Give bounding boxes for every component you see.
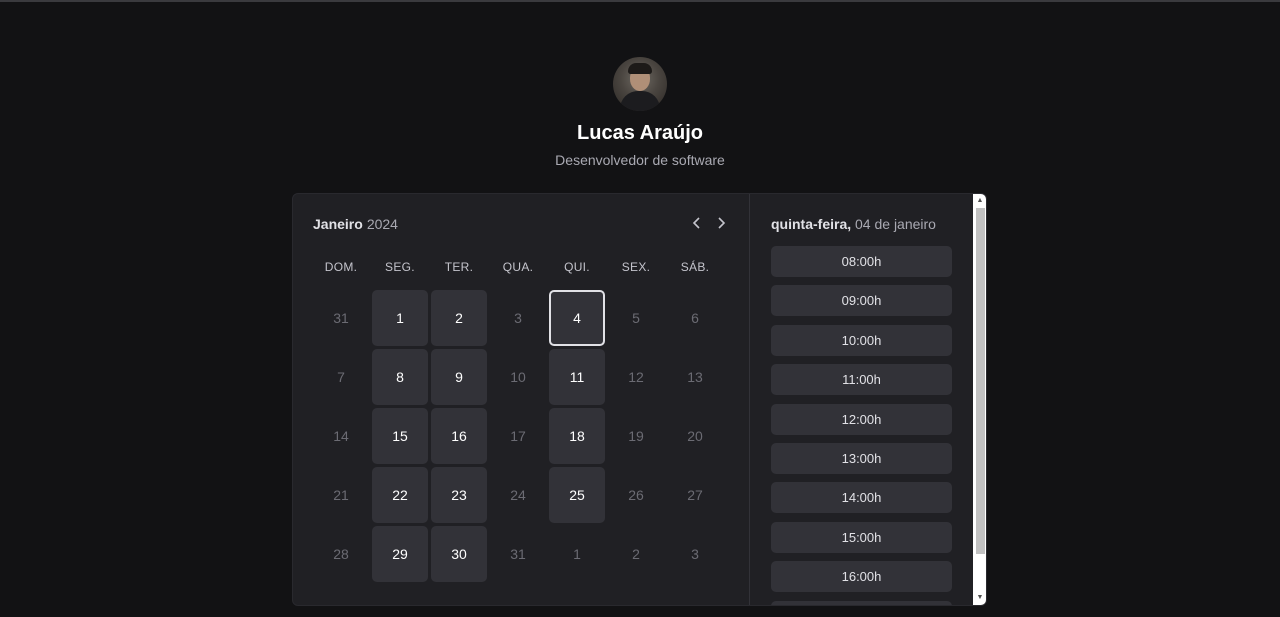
weekday-label: QUI. (564, 260, 590, 274)
calendar-day-selected[interactable]: 4 (549, 290, 605, 346)
selected-weekday: quinta-feira, (771, 216, 852, 232)
calendar-day[interactable]: 30 (431, 526, 487, 582)
calendar-grid: 31 1 2 3 4 5 6 7 8 9 10 11 12 13 14 15 16 17 18 19 20 21 22 23 2… (313, 290, 726, 590)
time-slot-button[interactable] (771, 600, 952, 605)
calendar-day: 24 (510, 487, 526, 503)
calendar-title: Janeiro 2024 (313, 216, 733, 236)
avatar (613, 57, 667, 111)
time-slot-button[interactable]: 12:00h (771, 403, 952, 435)
time-list-scrollbar[interactable]: ▲ ▼ (973, 194, 986, 605)
calendar-day: 17 (510, 428, 526, 444)
calendar-day: 28 (333, 546, 349, 562)
scheduling-card: Janeiro 2024 DOM. SEG. TER. QUA. QUI. SEX. SÁB.… (292, 193, 987, 606)
calendar-day: 6 (691, 310, 699, 326)
calendar-day[interactable]: 2 (431, 290, 487, 346)
profile-header: Lucas Araújo Desenvolvedor de software (0, 57, 1280, 169)
calendar-day: 19 (628, 428, 644, 444)
calendar-day: 10 (510, 369, 526, 385)
time-slot-button[interactable]: 15:00h (771, 521, 952, 553)
calendar-day: 26 (628, 487, 644, 503)
weekday-header: DOM. SEG. TER. QUA. QUI. SEX. SÁB. (313, 260, 726, 276)
time-slot-button[interactable]: 14:00h (771, 482, 952, 514)
window-top-border (0, 0, 1280, 2)
calendar-day[interactable]: 25 (549, 467, 605, 523)
calendar-day: 2 (632, 546, 640, 562)
calendar-day: 5 (632, 310, 640, 326)
time-picker-panel: quinta-feira, 04 de janeiro 08:00h 09:00h… (750, 194, 973, 605)
calendar-day: 3 (691, 546, 699, 562)
calendar-day[interactable]: 29 (372, 526, 428, 582)
calendar-day: 14 (333, 428, 349, 444)
previous-month-button[interactable] (687, 214, 707, 236)
calendar-day[interactable]: 8 (372, 349, 428, 405)
chevron-left-icon (692, 217, 700, 229)
calendar-month: Janeiro (313, 216, 363, 232)
calendar-day[interactable]: 9 (431, 349, 487, 405)
weekday-label: DOM. (324, 260, 358, 274)
weekday-label: QUA. (502, 260, 534, 274)
selected-date: 04 de janeiro (855, 216, 936, 232)
next-month-button[interactable] (711, 214, 731, 236)
calendar-year: 2024 (366, 216, 398, 232)
time-slot-button[interactable]: 11:00h (771, 364, 952, 396)
weekday-label: SÁB. (680, 260, 710, 274)
time-slot-button[interactable]: 13:00h (771, 443, 952, 474)
avatar-hair (628, 63, 652, 74)
calendar-day: 20 (687, 428, 703, 444)
scroll-down-icon[interactable]: ▼ (973, 592, 986, 604)
calendar-day: 31 (510, 546, 526, 562)
chevron-right-icon (718, 217, 726, 229)
calendar-day[interactable]: 23 (431, 467, 487, 523)
calendar-day: 31 (333, 310, 349, 326)
time-slot-button[interactable]: 08:00h (771, 246, 952, 277)
calendar-day[interactable]: 16 (431, 408, 487, 464)
time-slot-button[interactable]: 16:00h (771, 561, 952, 593)
calendar-day[interactable]: 1 (372, 290, 428, 346)
weekday-label: SEX. (621, 260, 651, 274)
calendar-panel: Janeiro 2024 DOM. SEG. TER. QUA. QUI. SEX. SÁB.… (293, 194, 750, 605)
weekday-label: TER. (444, 260, 474, 274)
calendar-day: 13 (687, 369, 703, 385)
selected-date-heading: quinta-feira, 04 de janeiro (771, 216, 936, 232)
avatar-shirt (620, 91, 660, 111)
calendar-day: 7 (337, 369, 345, 385)
time-slot-button[interactable]: 10:00h (771, 324, 952, 356)
calendar-day: 12 (628, 369, 644, 385)
calendar-day[interactable]: 22 (372, 467, 428, 523)
profile-bio: Desenvolvedor de software (555, 152, 725, 168)
calendar-day[interactable]: 11 (549, 349, 605, 405)
calendar-day[interactable]: 15 (372, 408, 428, 464)
time-slot-button[interactable]: 09:00h (771, 285, 952, 317)
calendar-day: 3 (514, 310, 522, 326)
scrollbar-thumb[interactable] (976, 208, 985, 554)
calendar-day: 1 (573, 546, 581, 562)
calendar-day[interactable]: 18 (549, 408, 605, 464)
scroll-up-icon[interactable]: ▲ (973, 195, 986, 207)
calendar-day: 21 (333, 487, 349, 503)
calendar-day: 27 (687, 487, 703, 503)
weekday-label: SEG. (385, 260, 415, 274)
profile-name: Lucas Araújo (577, 122, 703, 144)
